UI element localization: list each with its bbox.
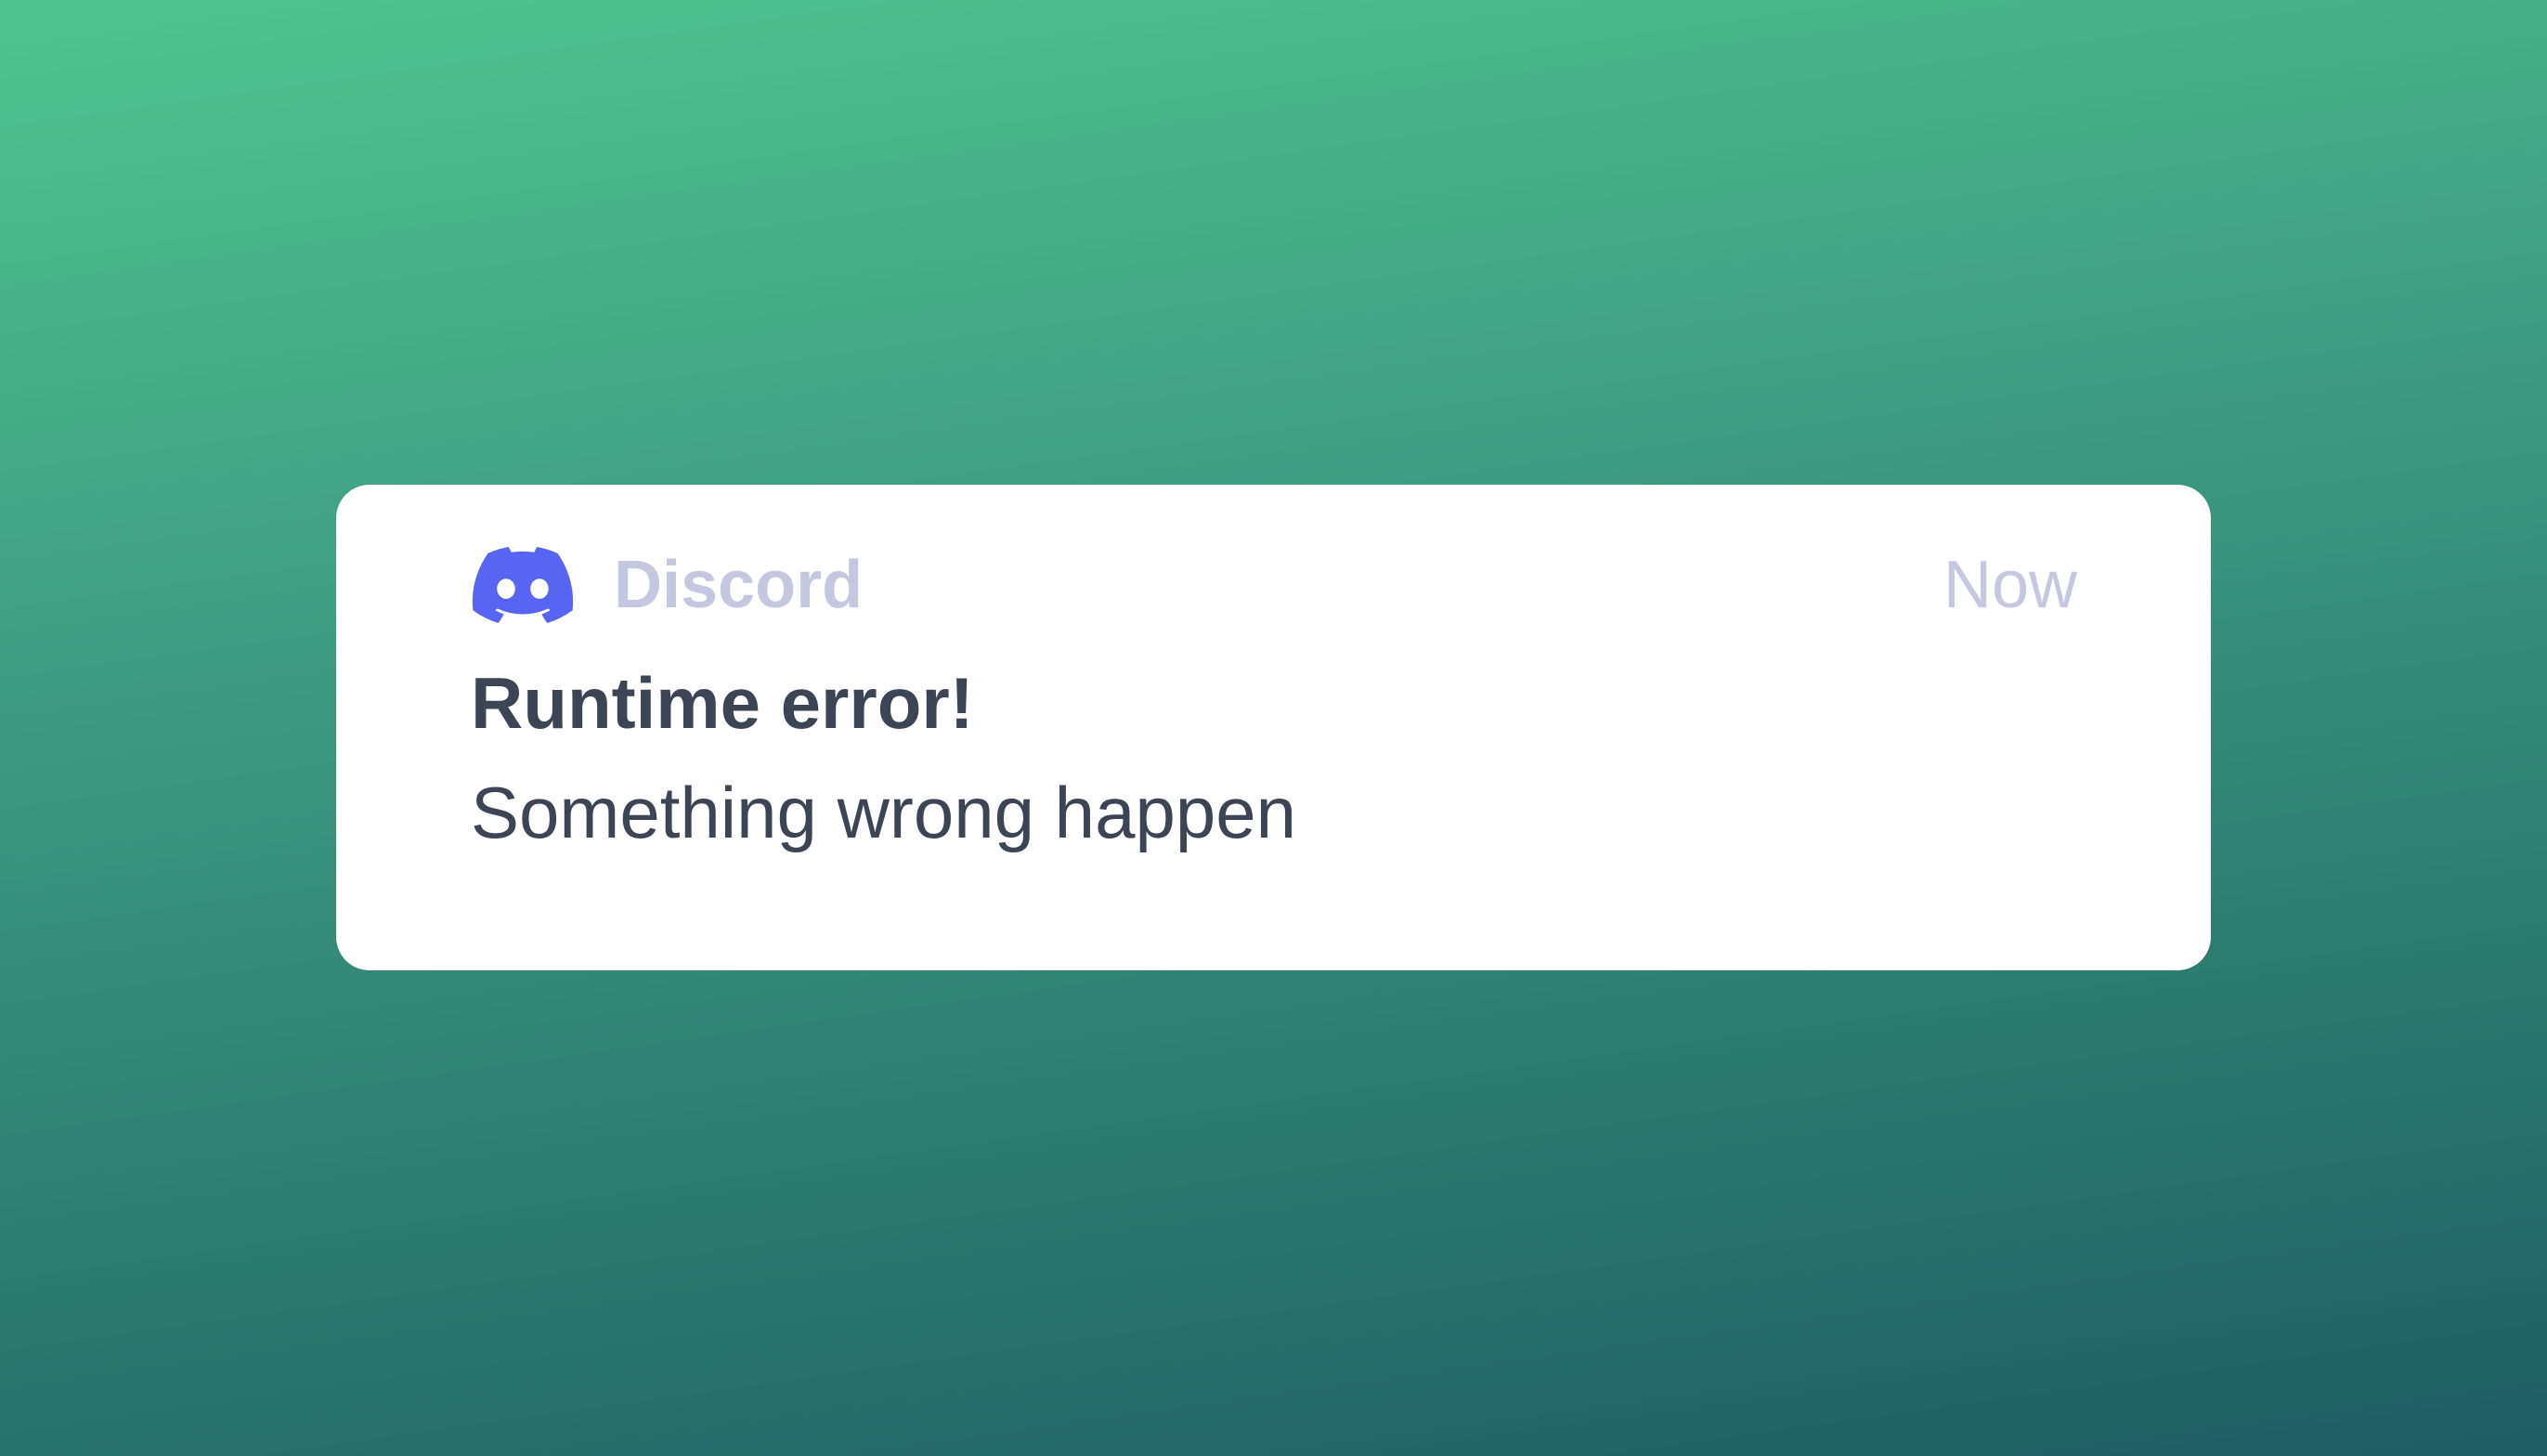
notification-message: Something wrong happen: [471, 772, 1296, 853]
discord-logo-icon: [471, 547, 575, 623]
notification-title: Runtime error!: [471, 662, 974, 744]
notification-card[interactable]: Discord Now Runtime error! Something wro…: [336, 485, 2211, 970]
notification-time: Now: [1943, 548, 2077, 622]
app-name: Discord: [614, 548, 864, 622]
notification-header: Discord Now: [471, 547, 2077, 623]
